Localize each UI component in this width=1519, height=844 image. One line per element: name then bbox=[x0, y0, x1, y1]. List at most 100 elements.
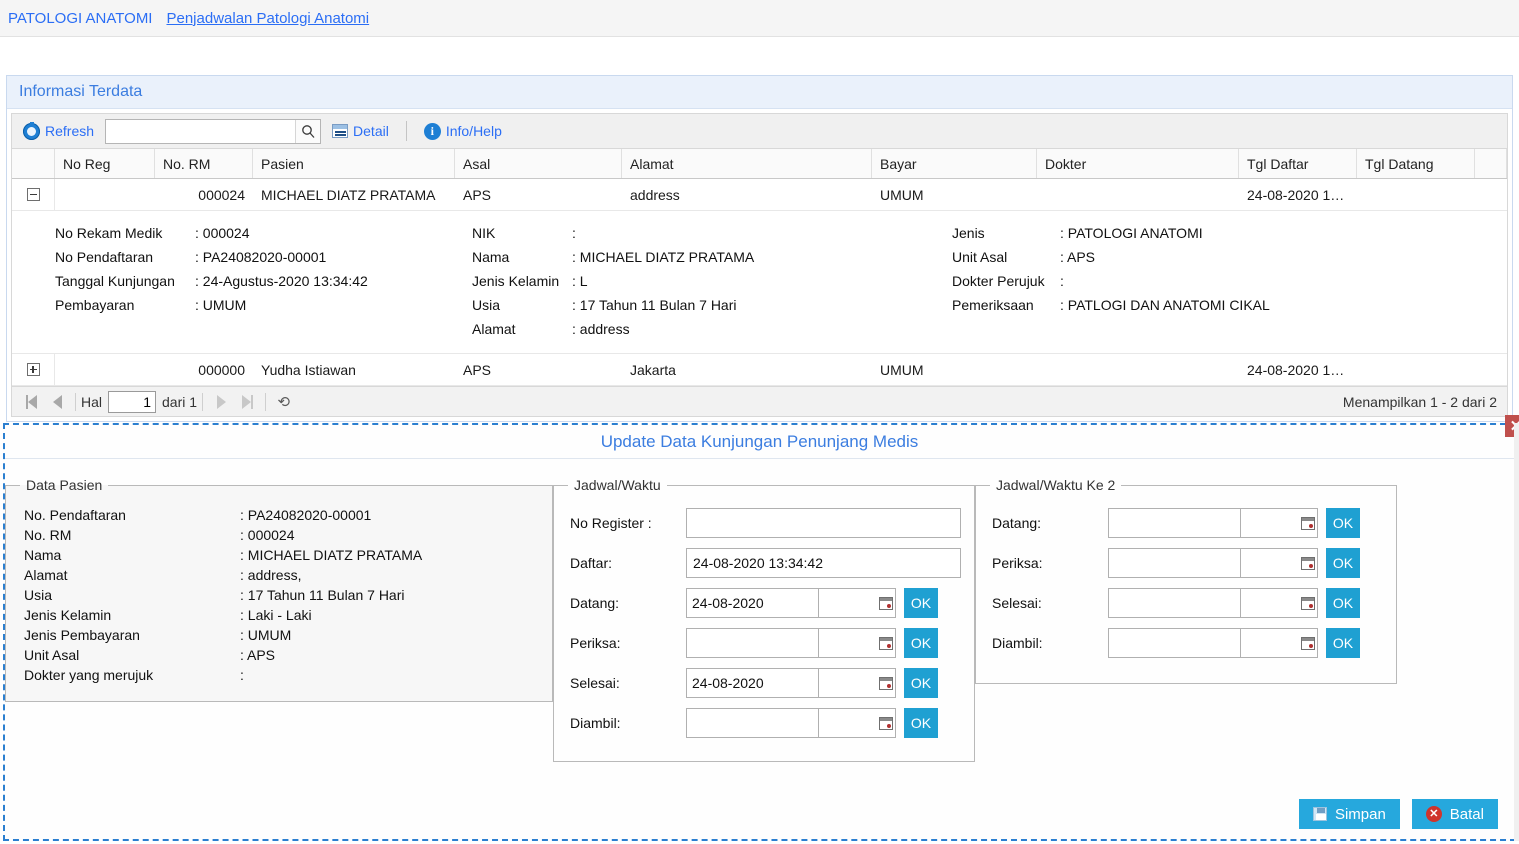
form-row-diambil: Diambil: OK bbox=[570, 703, 974, 743]
datang-date-picker[interactable] bbox=[686, 588, 894, 618]
informasi-terdata-panel: Informasi Terdata Refresh Detail i Info/… bbox=[6, 75, 1513, 422]
form-row-daftar: Daftar: bbox=[570, 543, 974, 583]
list-item: Usia : 17 Tahun 11 Bulan 7 Hari bbox=[24, 585, 552, 605]
periksa-2-date-picker[interactable] bbox=[1108, 548, 1316, 578]
diambil-date-picker[interactable] bbox=[686, 708, 894, 738]
pager-divider bbox=[265, 392, 267, 411]
detail-line: Dokter Perujuk : bbox=[952, 269, 1507, 293]
magnifier-icon bbox=[302, 125, 315, 138]
selesai-ok-button[interactable]: OK bbox=[904, 668, 938, 698]
refresh-icon[interactable]: ⟳ bbox=[271, 393, 297, 411]
cancel-button[interactable]: ✕ Batal bbox=[1411, 799, 1498, 829]
selesai-2-date-picker[interactable] bbox=[1108, 588, 1316, 618]
selesai-2-ok-button[interactable]: OK bbox=[1326, 588, 1360, 618]
breadcrumb-current-link[interactable]: Penjadwalan Patologi Anatomi bbox=[166, 10, 369, 27]
refresh-icon bbox=[23, 121, 40, 140]
cell-bayar: UMUM bbox=[880, 361, 924, 378]
detail-value: : address bbox=[572, 321, 630, 337]
detail-line: NIK : bbox=[472, 221, 952, 245]
info-help-button[interactable]: i Info/Help bbox=[421, 122, 505, 141]
datang-2-date-picker[interactable] bbox=[1108, 508, 1316, 538]
field-label: Unit Asal bbox=[24, 647, 80, 663]
no-register-input[interactable] bbox=[686, 508, 961, 538]
diambil-2-label: Diambil: bbox=[992, 635, 1043, 651]
row-expander-cell[interactable] bbox=[12, 179, 55, 210]
collapse-icon[interactable] bbox=[26, 188, 40, 201]
field-label: No. RM bbox=[24, 527, 72, 543]
search-input[interactable] bbox=[106, 119, 296, 143]
diambil-ok-button[interactable]: OK bbox=[904, 708, 938, 738]
next-page-icon[interactable] bbox=[208, 394, 234, 409]
search-button[interactable] bbox=[295, 119, 321, 143]
selesai-date-picker[interactable] bbox=[686, 668, 894, 698]
cell-tgl-daftar: 24-08-2020 1… bbox=[1247, 186, 1345, 203]
cell-no-rm: 000024 bbox=[198, 186, 245, 203]
toolbar-divider bbox=[405, 121, 407, 141]
search-box[interactable] bbox=[105, 118, 322, 144]
data-pasien-list: No. Pendaftaran : PA24082020-00001 No. R… bbox=[6, 493, 552, 685]
detail-value: : 17 Tahun 11 Bulan 7 Hari bbox=[572, 297, 737, 313]
data-grid: No Reg No. RM Pasien Asal Alamat Bayar D… bbox=[11, 149, 1508, 387]
daftar-label: Daftar: bbox=[570, 555, 613, 571]
detail-value: : bbox=[1060, 273, 1064, 289]
detail-key: Jenis bbox=[952, 225, 985, 241]
detail-value: : 000024 bbox=[195, 225, 250, 241]
form-row-diambil-2: Diambil: OK bbox=[992, 623, 1396, 663]
grid-header-tgl-daftar[interactable]: Tgl Daftar bbox=[1239, 149, 1357, 178]
grid-header-alamat[interactable]: Alamat bbox=[622, 149, 872, 178]
table-row[interactable]: 000000 Yudha Istiawan APS Jakarta UMUM 2… bbox=[12, 354, 1507, 386]
page-title: Informasi Terdata bbox=[19, 83, 143, 100]
detail-value: : PATLOGI DAN ANATOMI CIKAL bbox=[1060, 297, 1270, 313]
previous-page-icon[interactable] bbox=[44, 394, 70, 409]
daftar-input[interactable] bbox=[686, 548, 961, 578]
grid-header-pasien[interactable]: Pasien bbox=[253, 149, 455, 178]
refresh-button[interactable]: Refresh bbox=[20, 121, 97, 141]
periksa-2-ok-button[interactable]: OK bbox=[1326, 548, 1360, 578]
field-value: : 000024 bbox=[240, 527, 295, 543]
periksa-label: Periksa: bbox=[570, 635, 621, 651]
periksa-date-picker[interactable] bbox=[686, 628, 894, 658]
diambil-2-ok-button[interactable]: OK bbox=[1326, 628, 1360, 658]
grid-header-no-reg[interactable]: No Reg bbox=[55, 149, 155, 178]
detail-key: Tanggal Kunjungan bbox=[55, 273, 175, 289]
last-page-icon[interactable] bbox=[234, 394, 260, 409]
cell-pasien: Yudha Istiawan bbox=[261, 361, 356, 378]
field-label: Jenis Kelamin bbox=[24, 607, 112, 623]
field-value: : PA24082020-00001 bbox=[240, 507, 372, 523]
expand-icon[interactable] bbox=[26, 363, 40, 376]
field-value: : UMUM bbox=[240, 627, 292, 643]
field-value: : address, bbox=[240, 567, 302, 583]
datang-ok-button[interactable]: OK bbox=[904, 588, 938, 618]
breadcrumb: PATOLOGI ANATOMI Penjadwalan Patologi An… bbox=[0, 0, 1519, 37]
vertical-scrollbar[interactable] bbox=[1514, 423, 1519, 841]
cell-no-rm: 000000 bbox=[198, 361, 245, 378]
grid-header-no-rm[interactable]: No. RM bbox=[155, 149, 253, 178]
selesai-label: Selesai: bbox=[570, 675, 620, 691]
detail-button[interactable]: Detail bbox=[329, 122, 392, 140]
field-label: Jenis Pembayaran bbox=[24, 627, 140, 643]
data-pasien-legend: Data Pasien bbox=[26, 477, 103, 493]
grid-header-asal[interactable]: Asal bbox=[455, 149, 622, 178]
cancel-icon: ✕ bbox=[1425, 806, 1442, 822]
detail-value: : PA24082020-00001 bbox=[195, 249, 327, 265]
form-row-periksa: Periksa: OK bbox=[570, 623, 974, 663]
save-icon bbox=[1312, 807, 1327, 821]
save-button[interactable]: Simpan bbox=[1298, 799, 1400, 829]
table-row[interactable]: 000024 MICHAEL DIATZ PRATAMA APS address… bbox=[12, 179, 1507, 211]
datang-2-ok-button[interactable]: OK bbox=[1326, 508, 1360, 538]
diambil-2-date-picker[interactable] bbox=[1108, 628, 1316, 658]
jadwal-waktu-form: No Register : Daftar: Datang: OK bbox=[554, 493, 974, 743]
row-expander-cell[interactable] bbox=[12, 354, 55, 385]
periksa-ok-button[interactable]: OK bbox=[904, 628, 938, 658]
grid-header-bayar[interactable]: Bayar bbox=[872, 149, 1037, 178]
first-page-icon[interactable] bbox=[18, 394, 44, 409]
list-item: Unit Asal : APS bbox=[24, 645, 552, 665]
modal-body: Data Pasien No. Pendaftaran : PA24082020… bbox=[5, 459, 1514, 789]
page-number-input[interactable] bbox=[108, 390, 157, 413]
form-row-datang: Datang: OK bbox=[570, 583, 974, 623]
grid-header-dokter[interactable]: Dokter bbox=[1037, 149, 1239, 178]
jadwal-waktu-ke2-fieldset: Jadwal/Waktu Ke 2 Datang: OK Periksa: OK… bbox=[975, 477, 1397, 684]
detail-key: Nama bbox=[472, 249, 510, 265]
grid-header-tgl-datang[interactable]: Tgl Datang bbox=[1357, 149, 1475, 178]
list-item: Jenis Pembayaran : UMUM bbox=[24, 625, 552, 645]
